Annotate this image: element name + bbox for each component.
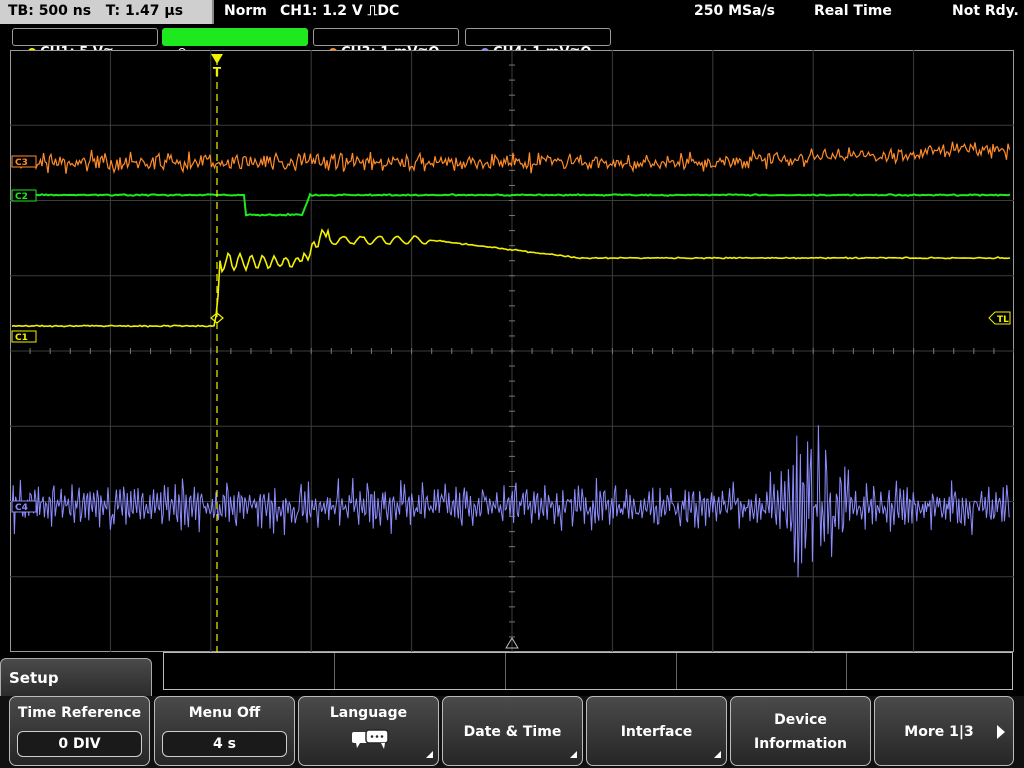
ch3-reference-marker[interactable]: C3 [11, 155, 37, 168]
timebase-readout: TB: 500 ns T: 1.47 µs [8, 3, 184, 19]
timebase-box[interactable]: TB: 500 ns T: 1.47 µs [0, 0, 214, 24]
interface-softkey[interactable]: Interface [586, 696, 727, 766]
channel-tab-ch2[interactable]: CH2: 20 mV≅Ω [162, 28, 308, 60]
softkey-title: Language [329, 705, 408, 721]
channel-tab-ch4[interactable]: CH4: 1 mV≅Ω [465, 28, 611, 60]
submenu-indicator-icon [714, 751, 721, 758]
info-strip [163, 652, 1013, 690]
menu-off-value: 4 s [162, 731, 287, 757]
info-divider [676, 653, 677, 689]
menu-title: Setup [9, 669, 59, 687]
acquisition-mode: Real Time [814, 3, 892, 19]
trigger-level-tag-label: TL [997, 315, 1009, 325]
softkey-bar: Time Reference 0 DIV Menu Off 4 s Langua… [0, 696, 1024, 768]
trigger-level[interactable]: CH1: 1.2 V ⎍DC [280, 3, 399, 19]
waveform-display[interactable]: T TL C1 C2 C3 C4 [10, 50, 1014, 652]
channel-tab-ch1[interactable]: CH1: 5 V≅ [12, 28, 158, 60]
speech-bubbles-icon [352, 729, 389, 749]
softkey-title: Device [774, 712, 827, 728]
submenu-indicator-icon [426, 751, 433, 758]
softkey-title: Time Reference [17, 705, 142, 721]
submenu-indicator-icon [570, 751, 577, 758]
time-reference-softkey[interactable]: Time Reference 0 DIV [9, 696, 150, 766]
date-time-softkey[interactable]: Date & Time [442, 696, 583, 766]
info-divider [334, 653, 335, 689]
ch1-reference-marker[interactable]: C1 [11, 330, 37, 343]
ch4-ref-label: C4 [15, 503, 28, 513]
next-page-arrow-icon [997, 725, 1005, 739]
menu-off-softkey[interactable]: Menu Off 4 s [154, 696, 295, 766]
channel-tab-ch3[interactable]: CH3: 1 mV≅Ω [313, 28, 459, 60]
info-divider [846, 653, 847, 689]
device-information-softkey[interactable]: Device Information [730, 696, 871, 766]
softkey-title: Interface [620, 724, 693, 740]
time-reference-value: 0 DIV [17, 731, 142, 757]
sample-rate: 250 MSa/s [694, 3, 776, 19]
graticule: T TL C1 C2 C3 C4 [10, 50, 1014, 652]
menu-title-tab: Setup [0, 658, 152, 698]
ch3-ref-label: C3 [15, 158, 28, 168]
softkey-title: More 1|3 [904, 724, 974, 740]
trigger-marker-label: T [213, 65, 222, 79]
run-state: Not Rdy. [952, 3, 1019, 19]
more-softkey[interactable]: More 1|3 [874, 696, 1014, 766]
info-divider [505, 653, 506, 689]
trigger-mode[interactable]: Norm [224, 3, 267, 19]
ch1-ref-label: C1 [15, 333, 28, 343]
status-bar: TB: 500 ns T: 1.47 µs Norm CH1: 1.2 V ⎍D… [0, 0, 1024, 24]
ch4-reference-marker[interactable]: C4 [11, 500, 37, 513]
softkey-title: Menu Off [188, 705, 261, 721]
ch2-reference-marker[interactable]: C2 [11, 189, 37, 202]
ch2-ref-label: C2 [15, 192, 28, 202]
language-softkey[interactable]: Language [298, 696, 439, 766]
softkey-title: Date & Time [463, 724, 562, 740]
softkey-title-line2: Information [754, 736, 847, 752]
